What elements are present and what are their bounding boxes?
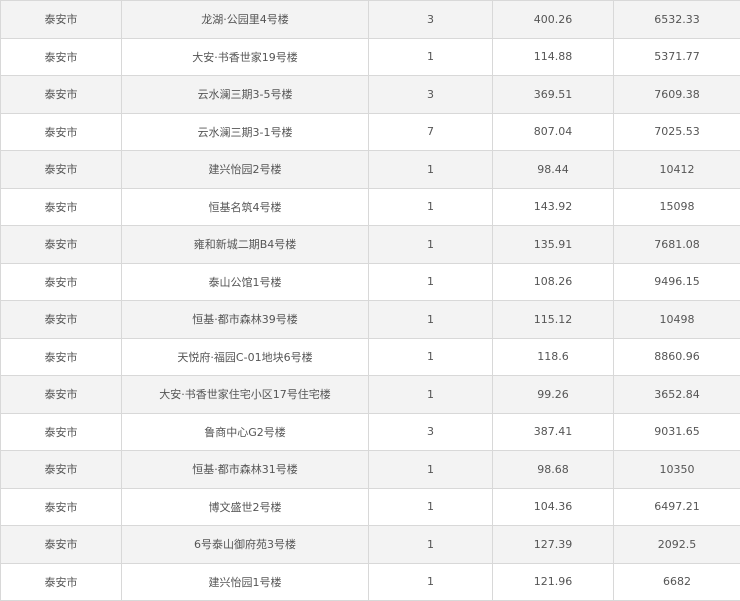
project-name-cell: 云水澜三期3-1号楼	[122, 113, 369, 151]
units-cell: 1	[369, 188, 493, 226]
city-cell: 泰安市	[1, 151, 122, 189]
units-cell: 1	[369, 226, 493, 264]
table-row: 泰安市大安·书香世家住宅小区17号住宅楼199.263652.84	[1, 376, 740, 414]
table-row: 泰安市鲁商中心G2号楼3387.419031.65	[1, 413, 740, 451]
city-cell: 泰安市	[1, 451, 122, 489]
price-cell: 6532.33	[614, 1, 740, 39]
city-cell: 泰安市	[1, 301, 122, 339]
city-cell: 泰安市	[1, 113, 122, 151]
area-cell: 143.92	[493, 188, 614, 226]
area-cell: 135.91	[493, 226, 614, 264]
project-name-cell: 雍和新城二期B4号楼	[122, 226, 369, 264]
price-cell: 7681.08	[614, 226, 740, 264]
units-cell: 7	[369, 113, 493, 151]
units-cell: 1	[369, 38, 493, 76]
area-cell: 118.6	[493, 338, 614, 376]
units-cell: 1	[369, 376, 493, 414]
area-cell: 387.41	[493, 413, 614, 451]
project-name-cell: 云水澜三期3-5号楼	[122, 76, 369, 114]
price-cell: 3652.84	[614, 376, 740, 414]
units-cell: 1	[369, 301, 493, 339]
area-cell: 807.04	[493, 113, 614, 151]
table-row: 泰安市建兴怡园2号楼198.4410412	[1, 151, 740, 189]
project-name-cell: 大安·书香世家19号楼	[122, 38, 369, 76]
units-cell: 1	[369, 151, 493, 189]
table-row: 泰安市云水澜三期3-5号楼3369.517609.38	[1, 76, 740, 114]
city-cell: 泰安市	[1, 413, 122, 451]
project-name-cell: 鲁商中心G2号楼	[122, 413, 369, 451]
table-row: 泰安市恒基名筑4号楼1143.9215098	[1, 188, 740, 226]
price-cell: 8860.96	[614, 338, 740, 376]
project-name-cell: 天悦府·福园C-01地块6号楼	[122, 338, 369, 376]
table-row: 泰安市博文盛世2号楼1104.366497.21	[1, 488, 740, 526]
project-name-cell: 恒基·都市森林39号楼	[122, 301, 369, 339]
city-cell: 泰安市	[1, 188, 122, 226]
city-cell: 泰安市	[1, 76, 122, 114]
units-cell: 1	[369, 563, 493, 601]
table-row: 泰安市天悦府·福园C-01地块6号楼1118.68860.96	[1, 338, 740, 376]
area-cell: 108.26	[493, 263, 614, 301]
area-cell: 127.39	[493, 526, 614, 564]
area-cell: 98.44	[493, 151, 614, 189]
price-cell: 10498	[614, 301, 740, 339]
project-name-cell: 恒基·都市森林31号楼	[122, 451, 369, 489]
project-name-cell: 6号泰山御府苑3号楼	[122, 526, 369, 564]
area-cell: 104.36	[493, 488, 614, 526]
table-row: 泰安市6号泰山御府苑3号楼1127.392092.5	[1, 526, 740, 564]
area-cell: 98.68	[493, 451, 614, 489]
area-cell: 369.51	[493, 76, 614, 114]
table-row: 泰安市恒基·都市森林39号楼1115.1210498	[1, 301, 740, 339]
price-cell: 15098	[614, 188, 740, 226]
city-cell: 泰安市	[1, 563, 122, 601]
table-row: 泰安市恒基·都市森林31号楼198.6810350	[1, 451, 740, 489]
city-cell: 泰安市	[1, 338, 122, 376]
price-cell: 10412	[614, 151, 740, 189]
area-cell: 121.96	[493, 563, 614, 601]
table-row: 泰安市大安·书香世家19号楼1114.885371.77	[1, 38, 740, 76]
price-cell: 7609.38	[614, 76, 740, 114]
units-cell: 1	[369, 451, 493, 489]
price-cell: 7025.53	[614, 113, 740, 151]
units-cell: 1	[369, 488, 493, 526]
units-cell: 1	[369, 263, 493, 301]
project-name-cell: 建兴怡园1号楼	[122, 563, 369, 601]
city-cell: 泰安市	[1, 38, 122, 76]
area-cell: 99.26	[493, 376, 614, 414]
city-cell: 泰安市	[1, 376, 122, 414]
units-cell: 3	[369, 76, 493, 114]
project-name-cell: 泰山公馆1号楼	[122, 263, 369, 301]
city-cell: 泰安市	[1, 488, 122, 526]
price-cell: 2092.5	[614, 526, 740, 564]
table-row: 泰安市龙湖·公园里4号楼3400.266532.33	[1, 1, 740, 39]
table-row: 泰安市泰山公馆1号楼1108.269496.15	[1, 263, 740, 301]
area-cell: 114.88	[493, 38, 614, 76]
project-name-cell: 恒基名筑4号楼	[122, 188, 369, 226]
project-name-cell: 龙湖·公园里4号楼	[122, 1, 369, 39]
table-body: 泰安市龙湖·公园里4号楼3400.266532.33泰安市大安·书香世家19号楼…	[1, 1, 740, 601]
table-row: 泰安市云水澜三期3-1号楼7807.047025.53	[1, 113, 740, 151]
city-cell: 泰安市	[1, 226, 122, 264]
table-row: 泰安市建兴怡园1号楼1121.966682	[1, 563, 740, 601]
project-name-cell: 大安·书香世家住宅小区17号住宅楼	[122, 376, 369, 414]
project-name-cell: 建兴怡园2号楼	[122, 151, 369, 189]
units-cell: 3	[369, 1, 493, 39]
city-cell: 泰安市	[1, 1, 122, 39]
area-cell: 400.26	[493, 1, 614, 39]
area-cell: 115.12	[493, 301, 614, 339]
price-cell: 10350	[614, 451, 740, 489]
project-name-cell: 博文盛世2号楼	[122, 488, 369, 526]
sales-table: 泰安市龙湖·公园里4号楼3400.266532.33泰安市大安·书香世家19号楼…	[0, 0, 740, 601]
price-cell: 5371.77	[614, 38, 740, 76]
price-cell: 9496.15	[614, 263, 740, 301]
city-cell: 泰安市	[1, 526, 122, 564]
table-row: 泰安市雍和新城二期B4号楼1135.917681.08	[1, 226, 740, 264]
units-cell: 1	[369, 338, 493, 376]
units-cell: 3	[369, 413, 493, 451]
price-cell: 6682	[614, 563, 740, 601]
price-cell: 6497.21	[614, 488, 740, 526]
price-cell: 9031.65	[614, 413, 740, 451]
units-cell: 1	[369, 526, 493, 564]
city-cell: 泰安市	[1, 263, 122, 301]
